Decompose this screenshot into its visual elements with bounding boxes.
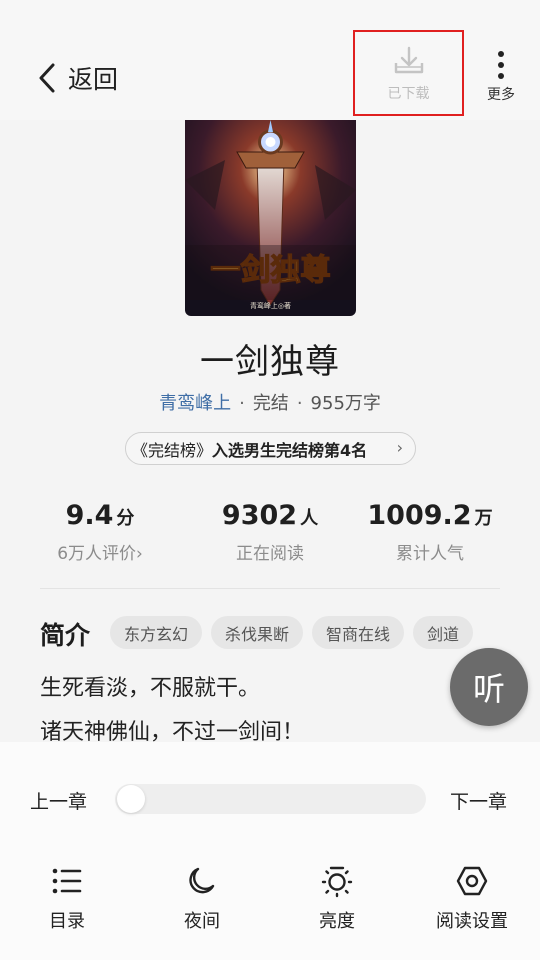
- popularity-stat: 1009.2 万 累计人气: [340, 500, 520, 564]
- tag-chip[interactable]: 杀伐果断: [211, 616, 304, 649]
- brightness-label: 亮度: [319, 911, 355, 932]
- rating-label: 6万人评价›: [57, 544, 143, 564]
- chevron-right-icon: ›: [396, 438, 403, 457]
- cover-title-text: 一剑独尊: [211, 253, 331, 288]
- cover-author-text: 青鸾峰上◎著: [250, 301, 291, 310]
- intro-text-line: 生死看淡，不服就干。: [40, 676, 261, 701]
- tag-chip[interactable]: 剑道: [413, 616, 474, 649]
- night-mode-label: 夜间: [184, 911, 220, 932]
- brightness-button[interactable]: 亮度: [287, 864, 387, 933]
- more-button[interactable]: 更多: [478, 50, 524, 110]
- listen-button[interactable]: 听: [450, 648, 528, 726]
- top-bar: 返回 已下载 更多: [0, 0, 540, 120]
- more-vertical-icon: [498, 51, 504, 79]
- slider-thumb[interactable]: [117, 785, 145, 813]
- toc-button[interactable]: 目录: [17, 864, 117, 933]
- toc-label: 目录: [49, 911, 85, 932]
- next-chapter-button[interactable]: 下一章: [450, 787, 507, 814]
- stats-row: 9.4 分 6万人评价› 9302 人 正在阅读 1009.2 万 累计人气: [0, 500, 540, 570]
- popularity-unit: 万: [474, 508, 493, 529]
- rating-unit: 分: [116, 508, 135, 529]
- status-text: 完结: [252, 393, 289, 414]
- reader-control-panel: 上一章 下一章 目录 夜间 亮度 阅读设置: [0, 742, 540, 960]
- readers-stat: 9302 人 正在阅读: [180, 500, 360, 564]
- author-link[interactable]: 青鸾峰上: [159, 393, 231, 414]
- book-meta: 青鸾峰上 · 完结 · 955万字: [0, 389, 540, 415]
- settings-hexagon-icon: [456, 866, 488, 896]
- tag-list: 东方玄幻 杀伐果断 智商在线 剑道: [110, 616, 474, 649]
- rank-tag: 《完结榜》: [132, 440, 213, 460]
- intro-heading: 简介: [40, 621, 91, 650]
- brightness-icon: [321, 866, 353, 898]
- chapter-progress-slider[interactable]: [115, 784, 426, 814]
- rank-badge[interactable]: 《完结榜》 入选男生完结榜第4名 ›: [125, 432, 416, 465]
- rating-value: 9.4: [65, 500, 114, 531]
- moon-icon: [189, 867, 215, 894]
- list-icon: [52, 868, 82, 894]
- reading-settings-button[interactable]: 阅读设置: [422, 864, 522, 933]
- readers-label: 正在阅读: [236, 544, 304, 564]
- book-cover[interactable]: 一剑独尊 青鸾峰上◎著: [185, 120, 356, 316]
- reading-settings-label: 阅读设置: [436, 911, 508, 932]
- tag-chip[interactable]: 东方玄幻: [110, 616, 203, 649]
- download-button[interactable]: 已下载: [353, 30, 464, 116]
- book-cover-art: 一剑独尊 青鸾峰上◎著: [185, 120, 356, 316]
- book-title: 一剑独尊: [200, 342, 340, 382]
- back-label: 返回: [68, 65, 119, 94]
- download-label: 已下载: [387, 86, 430, 102]
- night-mode-button[interactable]: 夜间: [152, 864, 252, 933]
- tag-chip[interactable]: 智商在线: [312, 616, 405, 649]
- divider: [40, 588, 500, 589]
- separator-dot: ·: [296, 393, 303, 414]
- download-icon: [394, 46, 423, 74]
- readers-value: 9302: [221, 500, 298, 531]
- back-button[interactable]: 返回: [36, 58, 118, 98]
- chevron-left-icon: [39, 63, 55, 93]
- popularity-label: 累计人气: [396, 544, 464, 564]
- rank-text: 入选男生完结榜第4名: [212, 440, 368, 460]
- popularity-value: 1009.2: [367, 500, 472, 531]
- word-count: 955万字: [310, 393, 381, 414]
- more-label: 更多: [487, 87, 515, 103]
- prev-chapter-button[interactable]: 上一章: [30, 787, 87, 814]
- separator-dot: ·: [239, 393, 245, 414]
- rating-stat[interactable]: 9.4 分 6万人评价›: [10, 500, 190, 564]
- readers-unit: 人: [300, 508, 319, 529]
